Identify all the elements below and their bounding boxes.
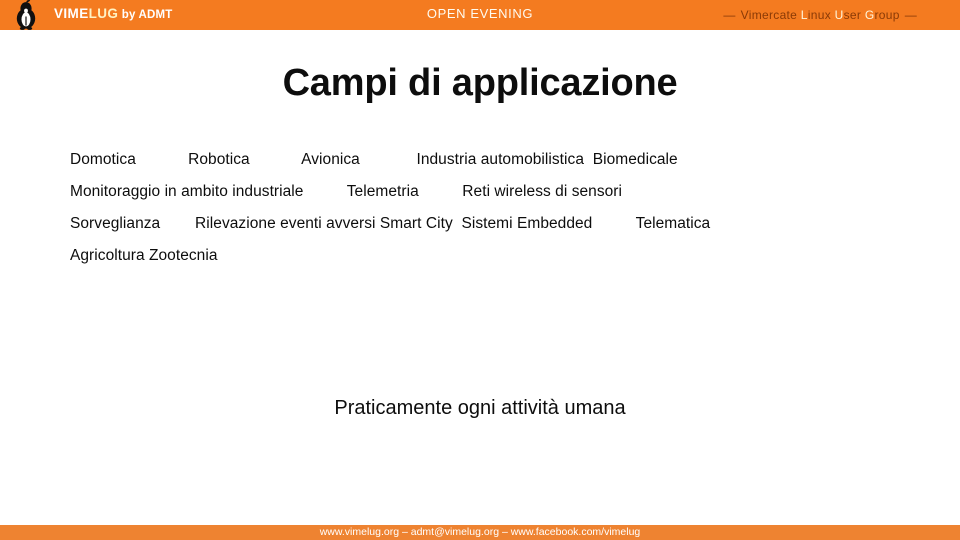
slide-footer-bar: www.vimelug.org – admt@vimelug.org – www… [0, 525, 960, 540]
group-word-vimercate-rest: imercate [748, 8, 798, 22]
group-dash-left: — [723, 8, 736, 22]
group-word-user: User [835, 8, 862, 22]
group-word-linux-rest: inux [807, 8, 831, 22]
list-item: Sorveglianza Rilevazione eventi avversi … [70, 215, 711, 232]
group-word-vimercate: Vimercate [741, 8, 798, 22]
group-word-user-rest: ser [843, 8, 862, 22]
group-word-linux: Linux [801, 8, 831, 22]
group-word-group: Group [865, 8, 900, 22]
group-word-group-rest: roup [874, 8, 900, 22]
group-name-line: — Vimercate Linux User Group — [718, 7, 922, 23]
group-word-vimercate-initial: V [740, 8, 749, 22]
group-word-linux-initial: L [800, 8, 808, 22]
footer-contact-text: www.vimelug.org – admt@vimelug.org – www… [319, 526, 641, 538]
list-item: Monitoraggio in ambito industriale Telem… [70, 183, 623, 200]
event-title-text: OPEN EVENING [426, 6, 534, 21]
list-item: Agricoltura Zootecnia [70, 247, 218, 264]
slide-header-bar: VIMELUG by ADMT OPEN EVENING — Vimercate … [0, 0, 960, 30]
list-item: Domotica Robotica Avionica Industria aut… [70, 151, 678, 168]
group-dash-right: — [904, 8, 917, 22]
page-title: Campi di applicazione [282, 62, 678, 104]
slide-tagline: Praticamente ogni attività umana [334, 397, 626, 419]
group-word-user-initial: U [834, 8, 844, 22]
application-fields-list: Domotica Robotica Avionica Industria aut… [70, 144, 920, 272]
